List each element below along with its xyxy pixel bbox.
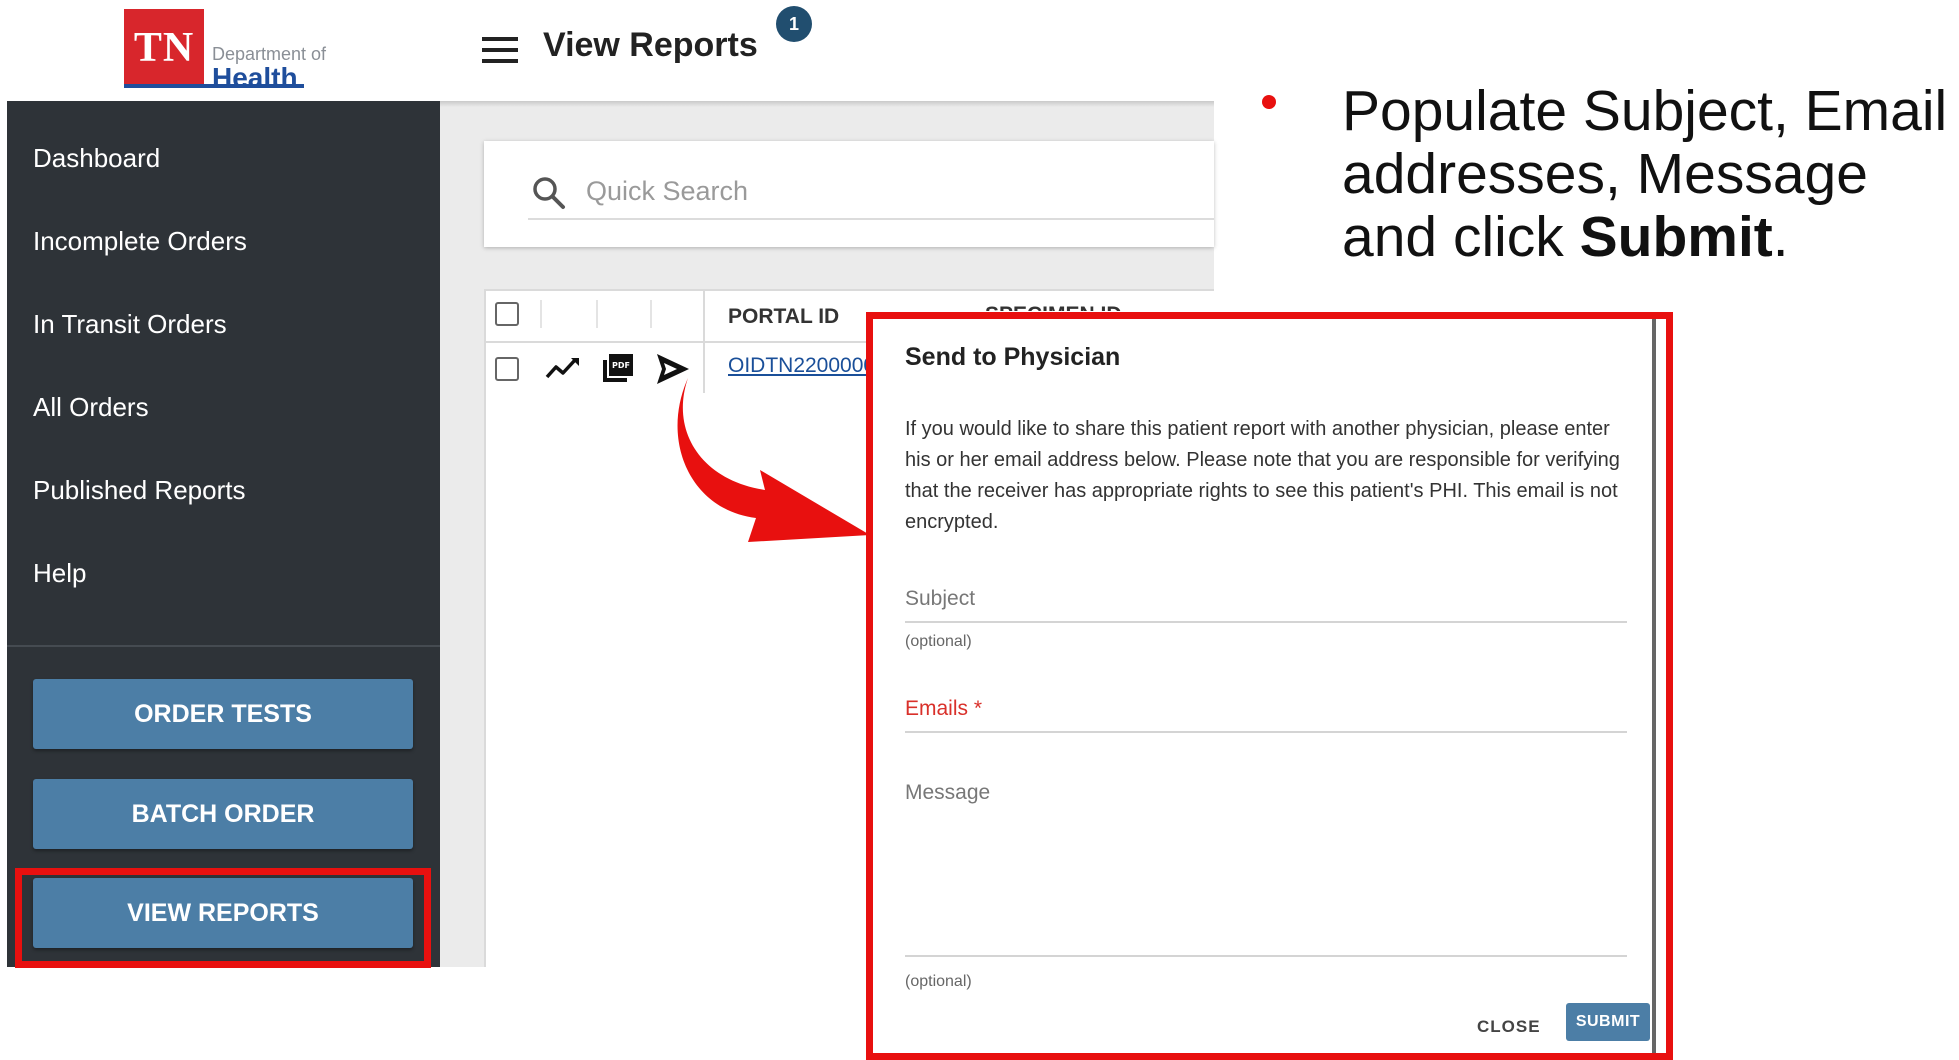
- search-input[interactable]: Quick Search: [586, 176, 748, 207]
- view-reports-highlight-box: [15, 868, 431, 968]
- emails-underline: [905, 731, 1627, 733]
- dialog-description: If you would like to share this patient …: [905, 418, 1620, 533]
- submit-button[interactable]: SUBMIT: [1566, 1003, 1650, 1041]
- header-separator: [650, 300, 652, 328]
- dialog-edge: [1652, 319, 1656, 1053]
- dialog-title: Send to Physician: [905, 343, 1121, 371]
- column-header-portal-id[interactable]: PORTAL ID: [728, 305, 839, 329]
- sidebar-item-published-reports[interactable]: Published Reports: [33, 475, 245, 506]
- logo-health-text: Health: [212, 62, 298, 93]
- search-icon: [533, 177, 565, 209]
- message-helper-text: (optional): [905, 973, 972, 990]
- send-to-physician-dialog: Send to Physician If you would like to s…: [866, 312, 1673, 1060]
- close-button[interactable]: CLOSE: [1477, 1017, 1541, 1037]
- svg-text:PDF: PDF: [612, 361, 630, 370]
- sidebar-item-all-orders[interactable]: All Orders: [33, 392, 149, 423]
- header-shadow: [440, 101, 1214, 107]
- trend-chart-icon[interactable]: [545, 355, 581, 383]
- emails-field[interactable]: Emails *: [905, 697, 982, 721]
- search-underline: [528, 218, 1214, 220]
- select-all-checkbox[interactable]: [495, 302, 519, 326]
- order-tests-button[interactable]: ORDER TESTS: [33, 679, 413, 749]
- red-arrow-icon: [677, 378, 870, 542]
- instruction-text: Populate Subject, Email addresses, Messa…: [1342, 80, 1952, 269]
- notification-badge[interactable]: 1: [776, 6, 812, 42]
- sidebar: Dashboard Incomplete Orders In Transit O…: [7, 101, 440, 967]
- message-field[interactable]: Message: [905, 781, 990, 805]
- hamburger-menu-icon[interactable]: [482, 37, 518, 63]
- pdf-icon[interactable]: PDF: [601, 352, 635, 384]
- subject-field[interactable]: Subject: [905, 587, 975, 611]
- subject-underline: [905, 621, 1627, 623]
- sidebar-item-in-transit-orders[interactable]: In Transit Orders: [33, 309, 227, 340]
- message-underline: [905, 955, 1627, 957]
- sidebar-divider: [7, 645, 440, 647]
- row-checkbox[interactable]: [495, 357, 519, 381]
- page-title: View Reports: [543, 26, 758, 64]
- tn-logo-mark: TN: [124, 9, 204, 87]
- column-header-specimen-id[interactable]: SPECIMEN ID: [985, 303, 1122, 311]
- header-separator: [596, 300, 598, 328]
- sidebar-item-help[interactable]: Help: [33, 558, 86, 589]
- instruction-text-bold: Submit: [1579, 205, 1773, 269]
- instruction-text-end: .: [1772, 205, 1789, 269]
- subject-helper-text: (optional): [905, 633, 972, 650]
- sidebar-item-dashboard[interactable]: Dashboard: [33, 143, 160, 174]
- header-separator: [540, 300, 542, 328]
- sidebar-item-incomplete-orders[interactable]: Incomplete Orders: [33, 226, 247, 257]
- bullet-icon: [1262, 95, 1276, 109]
- batch-order-button[interactable]: BATCH ORDER: [33, 779, 413, 849]
